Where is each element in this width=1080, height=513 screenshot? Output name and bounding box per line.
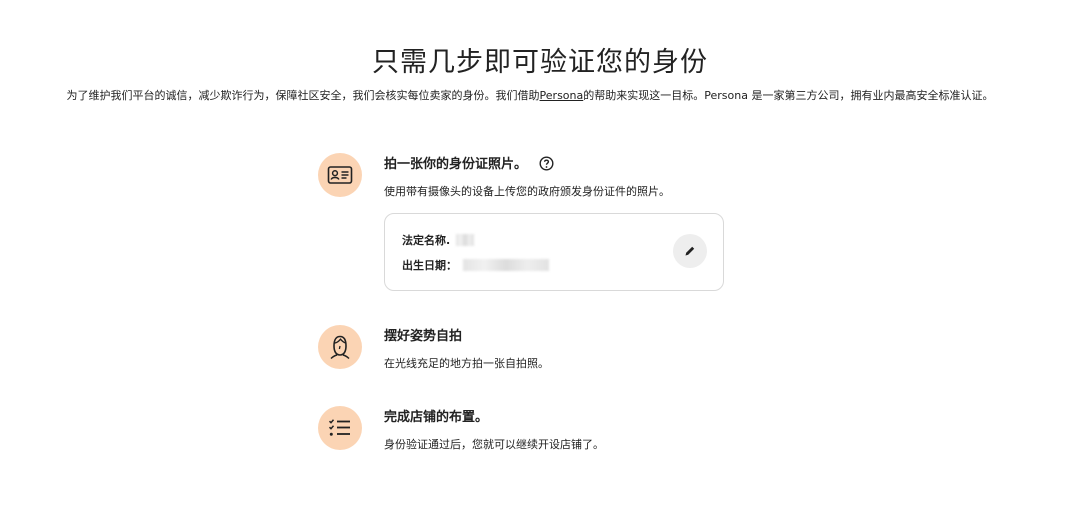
id-card-icon	[318, 153, 362, 197]
intro-text: 为了维护我们平台的诚信，减少欺诈行为，保障社区安全，我们会核实每位卖家的身份。我…	[10, 88, 1050, 103]
dob-row: 出生日期：	[402, 257, 549, 273]
identity-verification-page: 只需几步即可验证您的身份 为了维护我们平台的诚信，减少欺诈行为，保障社区安全，我…	[0, 0, 1080, 513]
edit-button[interactable]	[673, 234, 707, 268]
legal-name-row: 法定名称.	[402, 232, 475, 248]
persona-link[interactable]: Persona	[540, 89, 584, 102]
dob-label: 出生日期：	[402, 259, 457, 272]
pencil-icon	[685, 246, 695, 256]
step-title: 摆好姿势自拍	[384, 329, 463, 344]
step-description: 使用带有摄像头的设备上传您的政府颁发身份证件的照片。	[384, 185, 670, 198]
step-title: 完成店铺的布置。	[384, 410, 489, 425]
intro-text-before: 为了维护我们平台的诚信，减少欺诈行为，保障社区安全，我们会核实每位卖家的身份。我…	[66, 89, 540, 102]
selfie-face-icon	[318, 325, 362, 369]
step-description: 在光线充足的地方拍一张自拍照。	[384, 357, 549, 370]
step-title: 拍一张你的身份证照片。	[384, 153, 554, 175]
legal-name-redacted	[456, 234, 475, 246]
step-title-text: 拍一张你的身份证照片。	[384, 157, 528, 172]
legal-name-label: 法定名称.	[402, 234, 451, 247]
dob-redacted	[463, 259, 549, 271]
step-description: 身份验证通过后，您就可以继续开设店铺了。	[384, 438, 604, 451]
intro-text-after: 的帮助来实现这一目标。Persona 是一家第三方公司，拥有业内最高安全标准认证…	[583, 89, 994, 102]
page-title: 只需几步即可验证您的身份	[372, 47, 708, 78]
checklist-icon	[318, 406, 362, 450]
help-circle-icon[interactable]	[539, 156, 554, 175]
id-info-card: 法定名称. 出生日期：	[384, 213, 724, 291]
